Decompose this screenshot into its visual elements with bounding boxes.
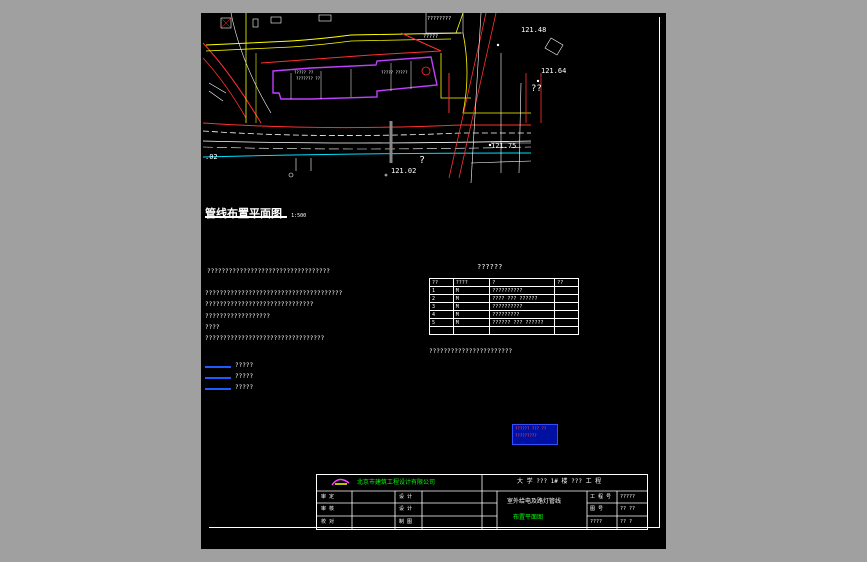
title-block-value: ?? ??	[620, 506, 636, 512]
title-block-label: 审 核	[321, 506, 335, 512]
inner-border	[209, 17, 660, 528]
title-block-label: 审 定	[321, 494, 335, 500]
project-name: 大 学 ??? 1# 楼 ??? 工 程	[517, 478, 602, 485]
cad-viewport[interactable]: 121.48 121.64 121.75 121.02 .02 ? ????? …	[201, 13, 666, 549]
title-block-value: ?????	[620, 494, 636, 500]
title-block-label: ????	[590, 519, 603, 525]
drawing-name: 室外给电及路灯管线	[507, 498, 562, 505]
title-block-label: 校 对	[321, 519, 335, 525]
title-block-label: 设 计	[399, 506, 413, 512]
title-block: 北京市建筑工程设计有限公司 大 学 ??? 1# 楼 ??? 工 程 室外给电及…	[316, 474, 648, 530]
title-block-label: 制 图	[399, 519, 413, 525]
title-block-label: 设 计	[399, 494, 413, 500]
title-block-label: 工 程 号	[590, 494, 612, 500]
title-block-value: ?? ?	[620, 519, 633, 525]
drawing-name: 布置平面图	[513, 514, 544, 521]
company-name: 北京市建筑工程设计有限公司	[357, 479, 436, 486]
title-block-label: 图 号	[590, 506, 604, 512]
